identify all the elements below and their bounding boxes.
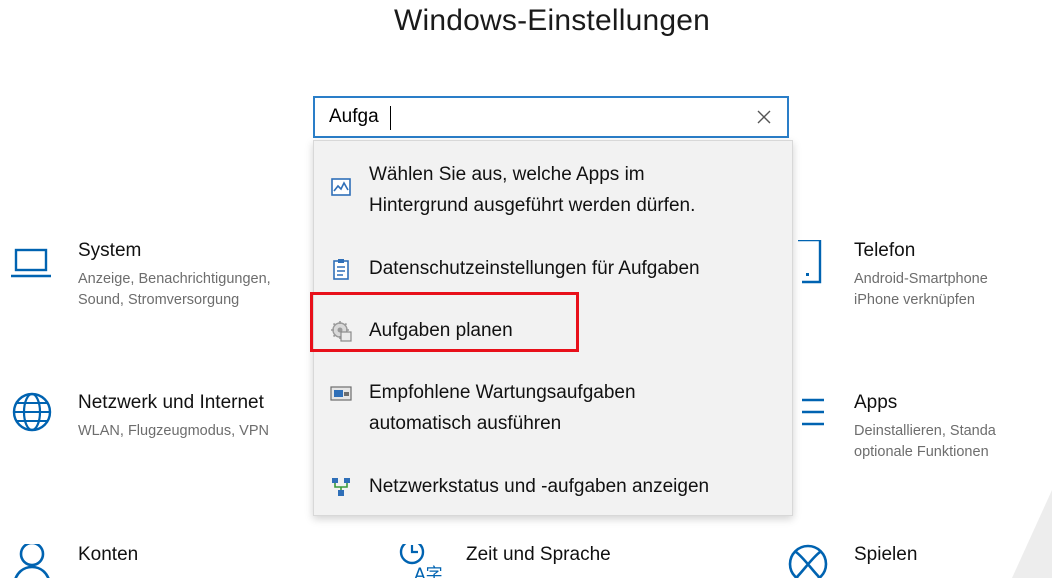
tile-desc-line: Deinstallieren, Standa xyxy=(854,423,996,439)
time-language-icon: A字 xyxy=(398,544,442,578)
text-caret xyxy=(390,106,391,130)
tile-desc-line: WLAN, Flugzeugmodus, VPN xyxy=(78,423,269,439)
clear-search-icon[interactable] xyxy=(751,104,777,130)
suggestion-background-apps[interactable]: Wählen Sie aus, welche Apps im Hintergru… xyxy=(314,157,792,227)
tile-desc-line: optionale Funktionen xyxy=(854,444,989,460)
suggestion-task-scheduler[interactable]: Aufgaben planen xyxy=(314,307,792,355)
suggestion-network-status[interactable]: Netzwerkstatus und -aufgaben anzeigen xyxy=(314,467,792,507)
tile-name: Telefon xyxy=(854,240,916,261)
tile-netzwerk[interactable]: Netzwerk und Internet WLAN, Flugzeugmodu… xyxy=(10,392,310,462)
tile-description: Deinstallieren, Standa optionale Funktio… xyxy=(854,421,996,462)
page-title: Windows-Einstellungen xyxy=(393,4,711,37)
maintenance-icon xyxy=(330,383,352,405)
suggestion-label: Netzwerkstatus und -aufgaben anzeigen xyxy=(369,476,710,497)
suggestion-label: Empfohlene Wartungsaufgaben automatisch … xyxy=(369,377,636,439)
network-status-icon xyxy=(330,476,352,498)
tile-description: WLAN, Flugzeugmodus, VPN xyxy=(78,421,269,442)
tile-name: System xyxy=(78,240,142,261)
tile-konten[interactable]: Konten xyxy=(10,544,310,578)
tile-name: Spielen xyxy=(854,544,918,565)
tile-name: Apps xyxy=(854,392,898,413)
suggestion-maintenance[interactable]: Empfohlene Wartungsaufgaben automatisch … xyxy=(314,375,792,445)
suggestion-line: automatisch ausführen xyxy=(369,413,562,434)
corner-decoration xyxy=(1012,490,1052,578)
tile-desc-line: Anzeige, Benachrichtigungen, xyxy=(78,271,271,287)
xbox-icon xyxy=(786,544,830,578)
tile-zeit[interactable]: A字 Zeit und Sprache xyxy=(398,544,698,578)
suggestion-label: Datenschutzeinstellungen für Aufgaben xyxy=(369,258,700,279)
suggestion-label: Aufgaben planen xyxy=(369,320,513,341)
search-input[interactable] xyxy=(329,104,729,130)
search-suggestions: Wählen Sie aus, welche Apps im Hintergru… xyxy=(313,140,793,516)
svg-text:A字: A字 xyxy=(414,565,442,578)
tile-name: Netzwerk und Internet xyxy=(78,392,264,413)
tile-name: Konten xyxy=(78,544,139,565)
tile-desc-line: iPhone verknüpfen xyxy=(854,292,975,308)
globe-icon xyxy=(10,392,54,436)
suggestion-line: Empfohlene Wartungsaufgaben xyxy=(369,382,636,403)
suggestion-line: Wählen Sie aus, welche Apps im xyxy=(369,164,645,185)
tile-telefon[interactable]: Telefon Android-Smartphone iPhone verknü… xyxy=(786,240,1052,310)
person-icon xyxy=(10,544,54,578)
tile-apps[interactable]: Apps Deinstallieren, Standa optionale Fu… xyxy=(786,392,1052,462)
tile-system[interactable]: System Anzeige, Benachrichtigungen, Soun… xyxy=(10,240,310,310)
tile-description: Anzeige, Benachrichtigungen, Sound, Stro… xyxy=(78,269,271,311)
clipboard-icon xyxy=(330,258,352,280)
tile-name: Zeit und Sprache xyxy=(466,544,611,565)
laptop-icon xyxy=(10,242,54,286)
tile-desc-line: Sound, Stromversorgung xyxy=(78,292,240,308)
tile-desc-line: Android-Smartphone xyxy=(854,271,988,287)
tile-description: Android-Smartphone iPhone verknüpfen xyxy=(854,269,988,310)
search-box[interactable] xyxy=(313,96,789,138)
task-scheduler-icon xyxy=(330,320,352,342)
suggestion-label: Wählen Sie aus, welche Apps im Hintergru… xyxy=(369,159,695,221)
suggestion-line: Hintergrund ausgeführt werden dürfen. xyxy=(369,195,696,216)
background-apps-icon xyxy=(330,177,352,199)
suggestion-privacy-tasks[interactable]: Datenschutzeinstellungen für Aufgaben xyxy=(314,245,792,293)
